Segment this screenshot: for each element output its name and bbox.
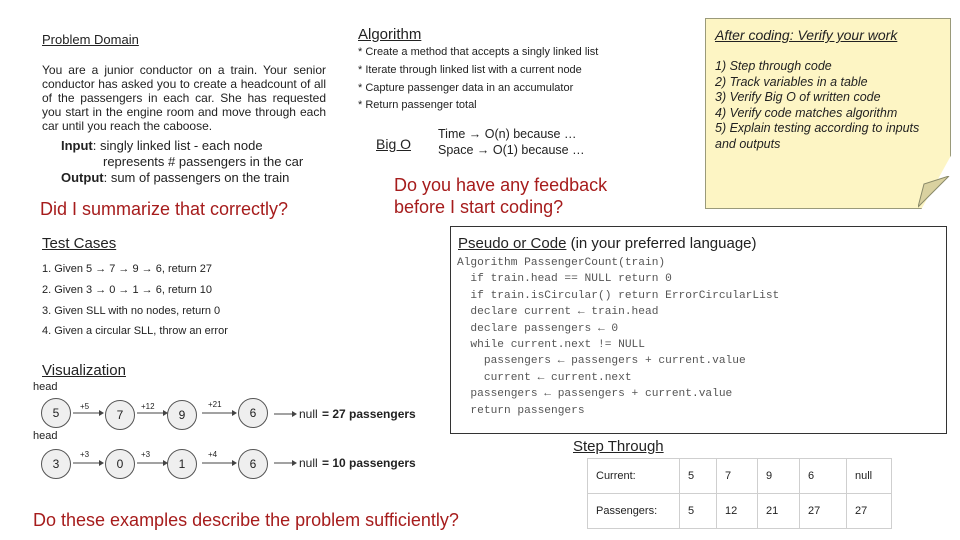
next-arrow-icon <box>202 410 237 416</box>
problem-domain-body: You are a junior conductor on a train. Y… <box>42 63 326 133</box>
big-o-time: Time → O(n) because … <box>438 127 577 141</box>
code-line: if train.head == NULL return 0 <box>457 273 672 286</box>
code-line: current ← current.next <box>457 371 632 384</box>
table-cell: 21 <box>757 493 800 529</box>
list-node: 5 <box>41 398 71 428</box>
next-arrow-icon <box>73 410 104 416</box>
code-line: declare passengers ← 0 <box>457 322 619 335</box>
sticky-title: After coding: Verify your work <box>715 27 898 43</box>
list-node: 7 <box>105 400 135 430</box>
sticky-step: 4) Verify code matches algorithm <box>715 105 898 120</box>
algorithm-item: * Iterate through linked list with a cur… <box>358 64 582 76</box>
table-row: Current: 5 7 9 6 null <box>587 458 892 494</box>
null-label: null <box>299 456 318 470</box>
table-cell: 12 <box>716 493 758 529</box>
algorithm-title: Algorithm <box>358 26 422 43</box>
test-case-item: 2. Given 3 → 0 → 1 → 6, return 10 <box>42 284 212 296</box>
next-arrow-icon <box>137 460 168 466</box>
code-line: return passengers <box>457 404 585 417</box>
table-row: Passengers: 5 12 21 27 27 <box>587 493 892 529</box>
input-label: Input <box>61 138 93 153</box>
list-node: 0 <box>105 449 135 479</box>
table-cell: null <box>846 458 892 494</box>
visualization-title: Visualization <box>42 362 126 379</box>
list-node: 6 <box>238 449 268 479</box>
code-line: while current.next != NULL <box>457 338 645 351</box>
code-title-main: Pseudo or Code <box>458 235 567 252</box>
input-description: Input: singly linked list - each node <box>61 138 263 154</box>
head-label: head <box>33 381 58 393</box>
feedback-question: Do you have any feedback before I start … <box>394 175 608 217</box>
sticky-step: 1) Step through code <box>715 59 832 73</box>
list-node: 9 <box>167 400 197 430</box>
step-through-title: Step Through <box>573 438 664 455</box>
sticky-step: 3) Verify Big O of written code <box>715 90 881 104</box>
input-text-1: : singly linked list - each node <box>92 138 263 153</box>
table-cell: 5 <box>679 458 717 494</box>
table-cell: 9 <box>757 458 800 494</box>
table-cell: 7 <box>716 458 758 494</box>
output-label: Output <box>61 170 104 185</box>
head-label: head <box>33 430 58 442</box>
sticky-step: 5) Explain testing according to inputs a… <box>715 121 920 151</box>
code-title: Pseudo or Code (in your preferred langua… <box>458 235 946 252</box>
code-lines: Algorithm PassengerCount(train) if train… <box>451 255 946 419</box>
sticky-step: 2) Track variables in a table <box>715 74 868 89</box>
next-arrow-icon <box>202 460 237 466</box>
table-cell: 5 <box>679 493 717 529</box>
null-label: null <box>299 407 318 421</box>
test-case-item: 1. Given 5 → 7 → 9 → 6, return 27 <box>42 263 212 275</box>
code-line: passengers ← passengers + current.value <box>457 355 746 368</box>
null-arrow-icon <box>274 460 297 466</box>
test-cases-title: Test Cases <box>42 235 117 252</box>
summary-question: Did I summarize that correctly? <box>40 199 289 219</box>
input-text-2: represents # passengers in the car <box>103 154 304 169</box>
table-cell: 27 <box>799 493 847 529</box>
examples-question: Do these examples describe the problem s… <box>33 510 459 530</box>
table-cell: 27 <box>846 493 892 529</box>
null-arrow-icon <box>274 411 297 417</box>
table-cell: Current: <box>587 458 680 494</box>
table-cell: Passengers: <box>587 493 680 529</box>
list-node: 1 <box>167 449 197 479</box>
test-case-item: 3. Given SLL with no nodes, return 0 <box>42 305 221 317</box>
sticky-curl-icon <box>918 176 950 208</box>
code-line: if train.isCircular() return ErrorCircul… <box>457 289 780 302</box>
problem-domain-title: Problem Domain <box>42 32 139 47</box>
code-line: declare current ← train.head <box>457 306 659 319</box>
list-node: 3 <box>41 449 71 479</box>
result-label: = 10 passengers <box>322 456 416 470</box>
code-box: Pseudo or Code (in your preferred langua… <box>450 226 947 434</box>
code-title-sub: (in your preferred language) <box>566 235 757 252</box>
output-text: : sum of passengers on the train <box>103 170 290 185</box>
verify-sticky-note: After coding: Verify your work 1) Step t… <box>705 18 951 209</box>
next-arrow-icon <box>137 410 168 416</box>
algorithm-item: * Create a method that accepts a singly … <box>358 46 599 58</box>
next-arrow-icon <box>73 460 104 466</box>
result-label: = 27 passengers <box>322 407 416 421</box>
step-through-table: Current: 5 7 9 6 null Passengers: 5 12 2… <box>587 458 892 529</box>
test-case-item: 4. Given a circular SLL, throw an error <box>42 325 228 337</box>
algorithm-item: * Return passenger total <box>358 99 477 111</box>
sticky-steps: 1) Step through code 2) Track variables … <box>715 59 950 152</box>
table-cell: 6 <box>799 458 847 494</box>
big-o-space: Space → O(1) because … <box>438 143 585 157</box>
list-node: 6 <box>238 398 268 428</box>
code-line: passengers ← passengers + current.value <box>457 388 733 401</box>
output-description: Output: sum of passengers on the train <box>61 170 289 186</box>
code-line: Algorithm PassengerCount(train) <box>457 257 666 269</box>
big-o-title: Big O <box>376 136 412 152</box>
algorithm-item: * Capture passenger data in an accumulat… <box>358 82 574 94</box>
